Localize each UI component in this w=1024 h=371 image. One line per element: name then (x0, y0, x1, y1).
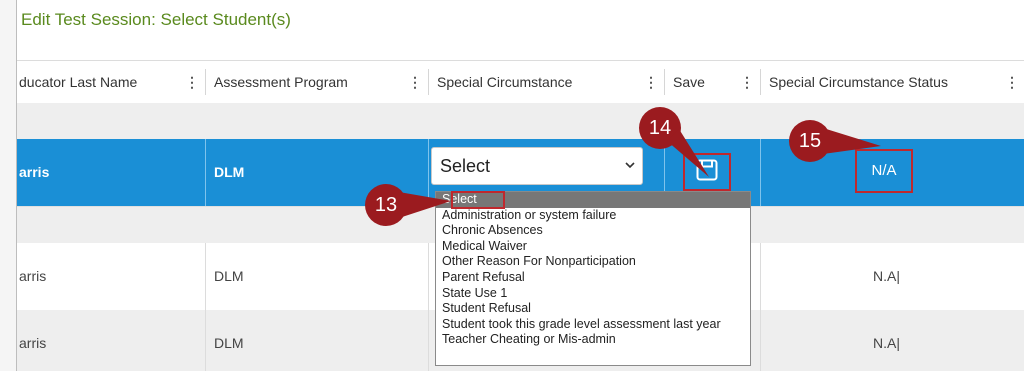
option-parent-refusal[interactable]: Parent Refusal (436, 270, 750, 286)
highlight-box (451, 191, 505, 209)
column-educator-last-name[interactable]: ducator Last Name ⋮ (17, 61, 205, 103)
cell-divider (428, 310, 429, 371)
option-medical-waiver[interactable]: Medical Waiver (436, 239, 750, 255)
option-student-refusal[interactable]: Student Refusal (436, 301, 750, 317)
column-special-circumstance-status[interactable]: Special Circumstance Status ⋮ (761, 61, 1024, 103)
column-label: Assessment Program (214, 74, 348, 90)
page-title: Edit Test Session: Select Student(s) (21, 10, 291, 29)
option-teacher-cheating[interactable]: Teacher Cheating or Mis-admin (436, 332, 750, 348)
column-label: ducator Last Name (19, 74, 138, 90)
option-state-use-1[interactable]: State Use 1 (436, 286, 750, 302)
column-label: Save (673, 74, 705, 90)
kebab-menu-icon[interactable]: ⋮ (1005, 61, 1019, 103)
option-chronic-absences[interactable]: Chronic Absences (436, 223, 750, 239)
educator-last-name-cell: arris (19, 335, 47, 351)
column-label: Special Circumstance Status (769, 74, 948, 90)
column-assessment-program[interactable]: Assessment Program ⋮ (206, 61, 428, 103)
educator-last-name-cell: arris (19, 268, 47, 284)
option-administration-failure[interactable]: Administration or system failure (436, 208, 750, 224)
kebab-menu-icon[interactable]: ⋮ (740, 61, 754, 103)
cell-divider (760, 243, 761, 310)
column-save[interactable]: Save ⋮ (665, 61, 760, 103)
cell-divider (760, 139, 761, 206)
option-other-reason[interactable]: Other Reason For Nonparticipation (436, 254, 750, 270)
special-circumstance-options[interactable]: Select Administration or system failure … (435, 191, 751, 366)
callout-number: 15 (798, 130, 822, 152)
kebab-menu-icon[interactable]: ⋮ (408, 61, 422, 103)
callout-13: 13 (365, 184, 455, 231)
callout-15: 15 (789, 120, 889, 167)
special-circumstance-status: N.A| (873, 268, 900, 284)
column-special-circumstance[interactable]: Special Circumstance ⋮ (429, 61, 664, 103)
assessment-program-cell: DLM (214, 164, 245, 180)
callout-14: 14 (639, 107, 719, 192)
special-circumstance-select[interactable]: Select (431, 147, 643, 185)
assessment-program-cell: DLM (214, 335, 244, 351)
callout-number: 14 (648, 117, 672, 139)
cell-divider (205, 243, 206, 310)
kebab-menu-icon[interactable]: ⋮ (644, 61, 658, 103)
test-session-panel: Edit Test Session: Select Student(s) duc… (16, 0, 1024, 371)
table-header: ducator Last Name ⋮ Assessment Program ⋮… (17, 60, 1024, 104)
assessment-program-cell: DLM (214, 268, 244, 284)
select-value: Select (440, 156, 491, 176)
kebab-menu-icon[interactable]: ⋮ (185, 61, 199, 103)
cell-divider (205, 139, 206, 206)
cell-divider (760, 310, 761, 371)
callout-number: 13 (374, 194, 398, 216)
cell-divider (428, 243, 429, 310)
cell-divider (205, 310, 206, 371)
special-circumstance-status: N.A| (873, 335, 900, 351)
column-label: Special Circumstance (437, 74, 573, 90)
educator-last-name-cell: arris (19, 164, 50, 180)
option-took-assessment-last-year[interactable]: Student took this grade level assessment… (436, 317, 750, 333)
